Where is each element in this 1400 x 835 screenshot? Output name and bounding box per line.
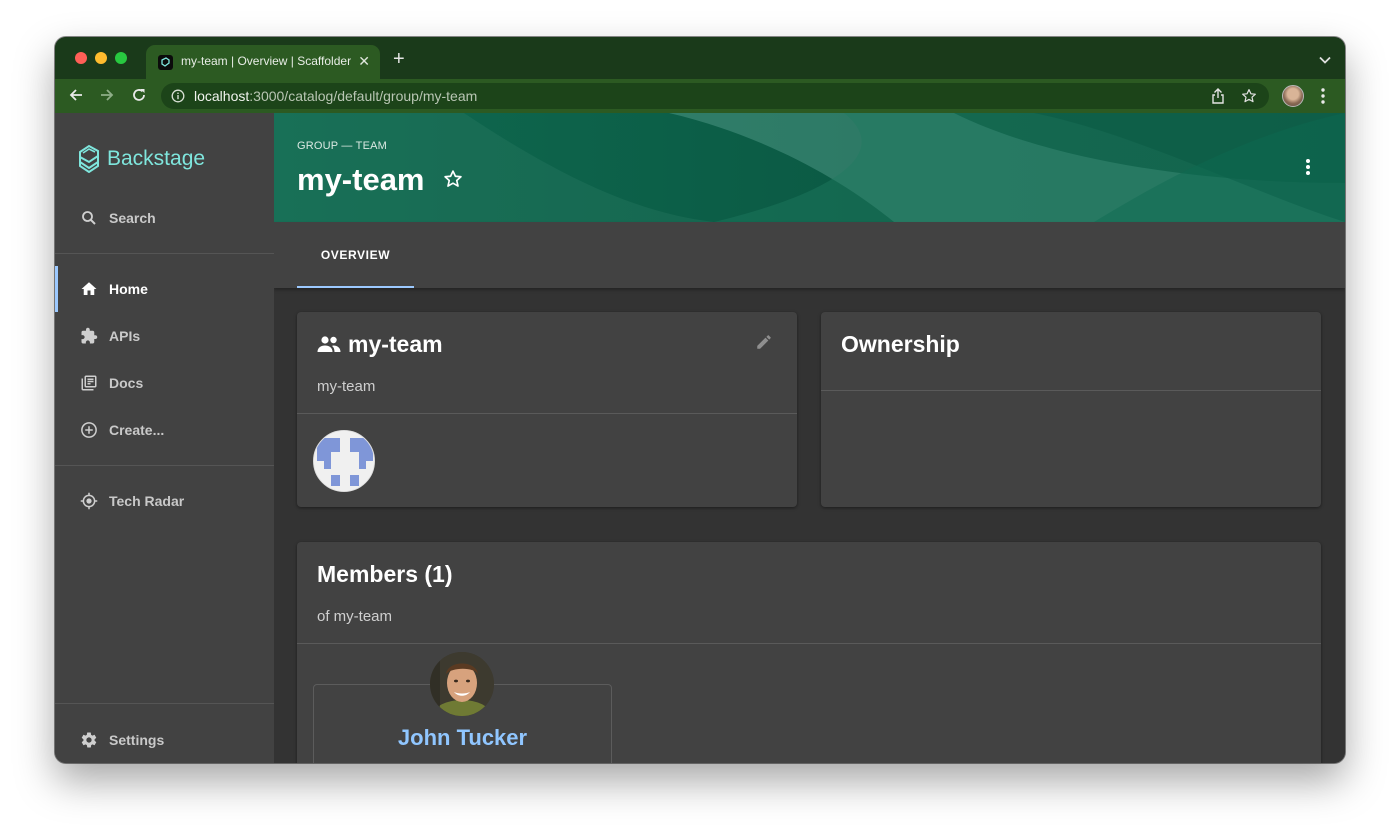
tabs-bar: OVERVIEW: [274, 222, 1345, 288]
sidebar-divider: [55, 703, 274, 704]
sidebar-item-label: Settings: [109, 732, 165, 748]
browser-toolbar: localhost:3000/catalog/default/group/my-…: [55, 79, 1345, 113]
sidebar-item-label: Home: [109, 281, 148, 297]
tab-active-indicator: [297, 286, 414, 288]
members-card: Members (1) of my-team John Tucker: [297, 542, 1321, 763]
logo-text[interactable]: Backstage: [107, 147, 205, 171]
share-icon[interactable]: [1211, 88, 1225, 109]
tab-strip: my-team | Overview | Scaffolder ✕ +: [55, 37, 1345, 79]
members-card-title: Members (1): [317, 561, 453, 587]
browser-tab[interactable]: my-team | Overview | Scaffolder ✕: [146, 45, 380, 79]
member-name-link[interactable]: John Tucker: [313, 725, 612, 751]
backstage-logo-icon[interactable]: [77, 143, 101, 178]
group-card-subtitle: my-team: [317, 378, 376, 395]
group-avatar: [313, 430, 375, 492]
sidebar-item-label: Docs: [109, 375, 144, 391]
card-divider: [821, 390, 1321, 391]
reload-icon[interactable]: [131, 87, 147, 108]
backstage-favicon-icon: [158, 55, 173, 70]
info-icon[interactable]: [171, 89, 185, 108]
tab-search-chevron-icon[interactable]: [1319, 51, 1331, 69]
search-icon: [80, 209, 98, 232]
entity-kind-label: GROUP — TEAM: [297, 140, 388, 152]
header-wave-decoration: [274, 113, 1345, 222]
group-profile-card: my-team my-team: [297, 312, 797, 507]
ownership-card: Ownership: [821, 312, 1321, 507]
url-path: :3000/catalog/default/group/my-team: [249, 88, 478, 104]
sidebar-item-label: APIs: [109, 328, 141, 344]
new-tab-icon[interactable]: +: [393, 49, 405, 69]
group-card-title: my-team: [348, 331, 443, 357]
url-host: localhost: [194, 88, 250, 104]
ownership-card-title: Ownership: [841, 331, 960, 357]
browser-window: my-team | Overview | Scaffolder ✕ + loca…: [55, 37, 1345, 763]
sidebar-item-settings[interactable]: Settings: [55, 717, 274, 763]
card-divider: [297, 643, 1321, 644]
members-card-subtitle: of my-team: [317, 608, 393, 625]
main-content: GROUP — TEAM my-team OVERVIEW my-team my…: [274, 113, 1345, 763]
page-header: GROUP — TEAM my-team: [274, 113, 1345, 222]
browser-menu-icon[interactable]: [1321, 88, 1325, 109]
card-divider: [297, 413, 797, 414]
add-circle-icon: [80, 421, 98, 444]
sidebar-item-label: Search: [109, 210, 156, 226]
edit-pencil-icon[interactable]: [755, 333, 773, 356]
sidebar-item-label: Create...: [109, 422, 165, 438]
minimize-window-button[interactable]: [95, 52, 107, 64]
sidebar-item-tech-radar[interactable]: Tech Radar: [55, 478, 274, 524]
sidebar-item-apis[interactable]: APIs: [55, 313, 274, 359]
back-icon[interactable]: [68, 87, 84, 108]
sidebar-item-home[interactable]: Home: [55, 266, 274, 312]
sidebar-item-create[interactable]: Create...: [55, 407, 274, 453]
sidebar-divider: [55, 253, 274, 254]
home-icon: [80, 280, 98, 303]
close-window-button[interactable]: [75, 52, 87, 64]
url-text: localhost:3000/catalog/default/group/my-…: [194, 88, 477, 104]
forward-icon[interactable]: [99, 87, 115, 108]
tab-overview[interactable]: OVERVIEW: [297, 222, 414, 288]
radar-icon: [80, 492, 98, 515]
address-bar[interactable]: localhost:3000/catalog/default/group/my-…: [161, 83, 1269, 109]
bookmark-star-icon[interactable]: [1241, 88, 1257, 109]
more-vert-icon[interactable]: [1306, 159, 1310, 180]
tab-title: my-team | Overview | Scaffolder: [181, 54, 352, 68]
library-icon: [80, 374, 98, 397]
group-icon: [317, 335, 341, 358]
sidebar-item-search[interactable]: Search: [55, 195, 274, 241]
sidebar-divider: [55, 465, 274, 466]
maximize-window-button[interactable]: [115, 52, 127, 64]
tab-label: OVERVIEW: [320, 248, 391, 262]
sidebar-item-docs[interactable]: Docs: [55, 360, 274, 406]
member-avatar[interactable]: [430, 652, 494, 716]
favorite-star-icon[interactable]: [443, 169, 463, 194]
profile-avatar[interactable]: [1282, 85, 1304, 107]
page-title: my-team: [297, 162, 425, 197]
sidebar: Backstage Search Home APIs Docs Create..…: [55, 113, 274, 763]
sidebar-item-label: Tech Radar: [109, 493, 185, 509]
gear-icon: [80, 731, 98, 754]
puzzle-icon: [80, 327, 98, 350]
tab-close-icon[interactable]: ✕: [358, 53, 370, 70]
